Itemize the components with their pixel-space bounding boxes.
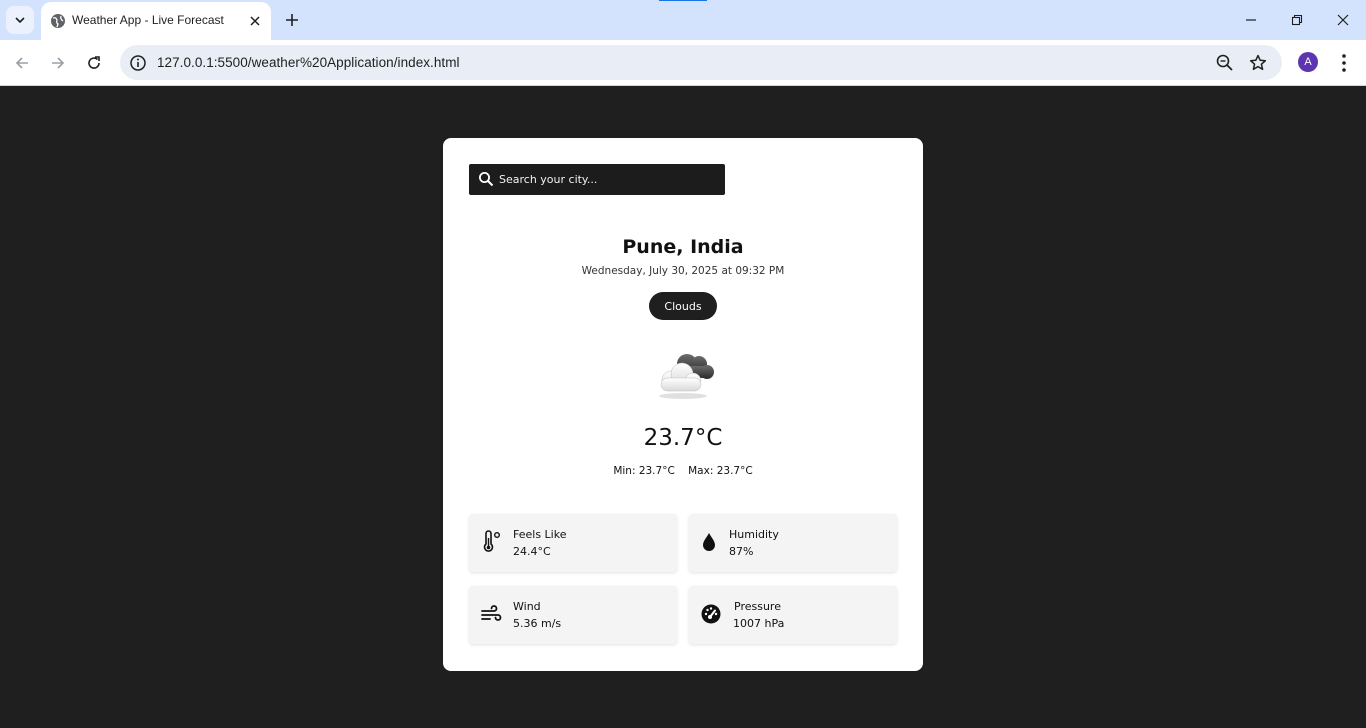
chevron-down-icon xyxy=(15,17,25,24)
close-icon[interactable] xyxy=(247,13,263,29)
humidity-value: 87% xyxy=(729,545,754,558)
city-name: Pune, India xyxy=(622,236,744,258)
plus-icon[interactable] xyxy=(282,10,302,30)
forward-icon xyxy=(52,57,65,69)
star-icon[interactable] xyxy=(1248,53,1268,73)
wind-value: 5.36 m/s xyxy=(513,617,562,630)
weather-card: Pune, India Wednesday, July 30, 2025 at … xyxy=(443,138,923,671)
info-icon[interactable] xyxy=(129,54,147,72)
date-time: Wednesday, July 30, 2025 at 09:32 PM xyxy=(581,265,785,277)
browser-tab[interactable]: Weather App - Live Forecast xyxy=(41,2,271,40)
globe-icon xyxy=(51,14,65,28)
reload-icon xyxy=(88,56,100,69)
thermometer-icon xyxy=(483,530,500,552)
wind-label: Wind xyxy=(513,600,541,613)
more-icon[interactable] xyxy=(1334,52,1354,74)
humidity-card: Humidity 87% xyxy=(689,514,897,572)
minimize-button[interactable] xyxy=(1228,0,1274,40)
pressure-card: Pressure 1007 hPa xyxy=(689,586,897,644)
url-text[interactable]: 127.0.0.1:5500/weather%20Application/ind… xyxy=(157,55,460,70)
min-temperature: Min: 23.7°C xyxy=(613,465,675,477)
humidity-label: Humidity xyxy=(729,528,779,541)
min-max-temperature: Min: 23.7°C Max: 23.7°C xyxy=(443,465,923,477)
temperature: 23.7°C xyxy=(643,425,723,451)
tab-search-button[interactable] xyxy=(6,6,34,34)
close-icon xyxy=(1337,14,1349,26)
back-icon xyxy=(15,57,28,69)
forward-button[interactable] xyxy=(46,51,70,75)
browser-toolbar: 127.0.0.1:5500/weather%20Application/ind… xyxy=(0,40,1366,86)
search-icon[interactable] xyxy=(478,171,494,187)
zoom-icon[interactable] xyxy=(1215,53,1235,73)
feels-like-value: 24.4°C xyxy=(513,545,551,558)
condition-badge: Clouds xyxy=(649,292,717,320)
reload-button[interactable] xyxy=(82,51,106,75)
profile-avatar[interactable]: A xyxy=(1298,52,1318,72)
restore-icon xyxy=(1291,14,1303,26)
pressure-value: 1007 hPa xyxy=(733,617,785,630)
pressure-label: Pressure xyxy=(734,600,781,613)
tab-strip-indicator xyxy=(659,0,707,1)
tab-title: Weather App - Live Forecast xyxy=(72,13,224,27)
search-box[interactable] xyxy=(469,164,725,195)
minimize-icon xyxy=(1246,19,1256,21)
address-bar[interactable]: 127.0.0.1:5500/weather%20Application/ind… xyxy=(120,45,1282,80)
back-button[interactable] xyxy=(10,51,34,75)
browser-tab-strip: Weather App - Live Forecast xyxy=(0,0,1366,40)
restore-button[interactable] xyxy=(1274,0,1320,40)
wind-icon xyxy=(481,605,502,621)
wind-card: Wind 5.36 m/s xyxy=(469,586,677,644)
search-input[interactable] xyxy=(499,164,719,195)
cloud-icon xyxy=(659,354,714,399)
droplet-icon xyxy=(703,533,715,551)
feels-like-label: Feels Like xyxy=(513,528,567,541)
max-temperature: Max: 23.7°C xyxy=(688,465,753,477)
close-window-button[interactable] xyxy=(1320,0,1366,40)
feels-like-card: Feels Like 24.4°C xyxy=(469,514,677,572)
gauge-icon xyxy=(701,604,721,624)
